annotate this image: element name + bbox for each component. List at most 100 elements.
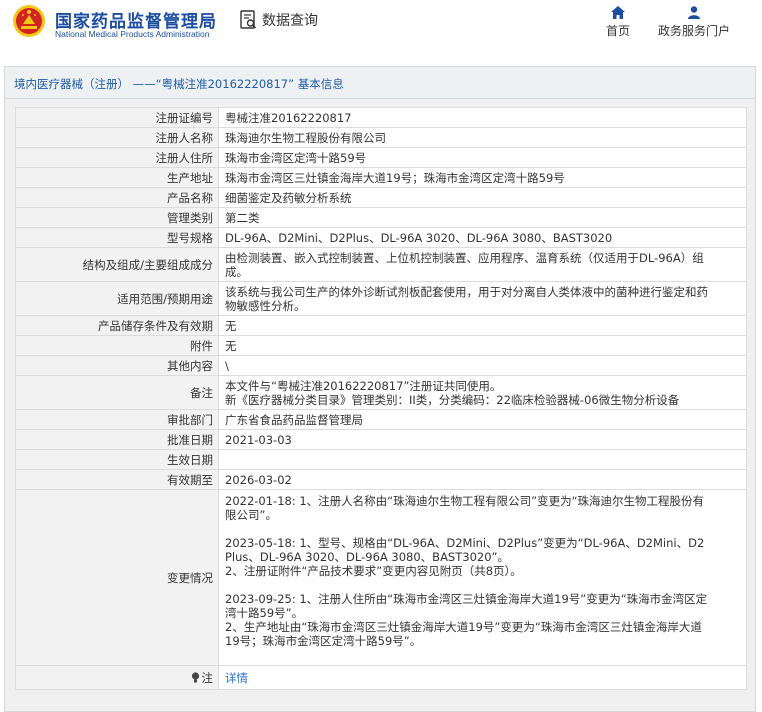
field-value-line: 成。: [225, 264, 248, 279]
field-value-line: 该系统与我公司生产的体外诊断试剂板配套使用，用于对分离自人类体液中的菌种进行鉴定…: [225, 284, 708, 299]
field-label: 产品名称: [15, 187, 219, 208]
field-label: 有效期至: [15, 469, 219, 490]
field-value: \: [218, 355, 747, 376]
nav-service-portal[interactable]: 政务服务门户: [650, 6, 738, 39]
national-emblem-icon: [13, 5, 45, 37]
info-row: 批准日期 2021-03-03: [15, 429, 747, 450]
field-label-note: 注: [15, 665, 219, 690]
field-label: 注册人名称: [15, 127, 219, 148]
field-value: 由检测装置、嵌入式控制装置、上位机控制装置、应用程序、温育系统（仅适用于DL-9…: [218, 247, 747, 282]
info-row: 结构及组成/主要组成成分 由检测装置、嵌入式控制装置、上位机控制装置、应用程序、温…: [15, 247, 747, 282]
change-entry-line: 湾十路59号”。: [225, 606, 304, 620]
field-value-line: 新《医疗器械分类目录》管理类别：II类，分类编码：22临床检验器械-06微生物分…: [225, 392, 680, 407]
info-row: 注册人住所 珠海市金湾区定湾十路59号: [15, 147, 747, 168]
field-value: [218, 449, 747, 470]
change-entry-line: 2、生产地址由“珠海市金湾区三灶镇金海岸大道19号”变更为“珠海市金湾区三灶镇金…: [225, 620, 702, 634]
info-row: 其他内容 \: [15, 355, 747, 376]
info-row: 适用范围/预期用途 该系统与我公司生产的体外诊断试剂板配套使用，用于对分离自人类体…: [15, 281, 747, 316]
field-label: 生效日期: [15, 449, 219, 470]
info-row: 产品名称 细菌鉴定及药敏分析系统: [15, 187, 747, 208]
field-value: 无: [218, 335, 747, 356]
breadcrumb-separator: ——: [132, 77, 156, 91]
field-value: 2026-03-02: [218, 469, 747, 490]
nav-home[interactable]: 首页: [598, 6, 638, 39]
change-entry-line: 2、注册证附件“产品技术要求”变更内容见附页（共8页）。: [225, 564, 522, 578]
nav-home-label: 首页: [605, 24, 630, 38]
change-entry-line: 2022-01-18: 1、注册人名称由“珠海迪尔生物工程有限公司”变更为“珠海…: [225, 494, 705, 508]
user-icon: [688, 6, 700, 19]
site-header: 国家药品监督管理局 National Medical Products Admi…: [0, 0, 762, 58]
field-value: 细菌鉴定及药敏分析系统: [218, 187, 747, 208]
field-value: 珠海市金湾区三灶镇金海岸大道19号；珠海市金湾区定湾十路59号: [218, 167, 747, 188]
site-name-en[interactable]: National Medical Products Administration: [55, 29, 210, 39]
field-value-line: 无: [225, 338, 237, 353]
field-label: 注册证编号: [15, 107, 219, 128]
info-row: 产品储存条件及有效期无: [15, 315, 747, 336]
field-value: 珠海迪尔生物工程股份有限公司: [218, 127, 747, 148]
info-row: 附件无: [15, 335, 747, 356]
breadcrumb-suffix: 基本信息: [297, 77, 344, 91]
field-value: 2021-03-03: [218, 429, 747, 450]
field-label: 适用范围/预期用途: [15, 281, 219, 316]
info-row: 注册证编号 粤械注准20162220817: [15, 107, 747, 128]
change-entry-line: Plus、DL-96A 3020、DL-96A 3080、BAST3020”。: [225, 550, 509, 564]
breadcrumb-record: “粤械注准20162220817”: [155, 77, 295, 91]
field-label: 型号规格: [15, 227, 219, 248]
change-entry: 2023-05-18: 1、型号、规格由“DL-96A、D2Mini、D2Plu…: [225, 536, 740, 578]
field-label: 产品储存条件及有效期: [15, 315, 219, 336]
info-row-changes: 变更情况 2022-01-18: 1、注册人名称由“珠海迪尔生物工程有限公司”变更…: [15, 489, 747, 666]
detail-panel: 境内医疗器械（注册） ——“粤械注准20162220817” 基本信息 注册证编…: [4, 66, 756, 712]
info-row: 审批部门 广东省食品药品监督管理局: [15, 409, 747, 430]
field-label: 生产地址: [15, 167, 219, 188]
field-label: 审批部门: [15, 409, 219, 430]
field-value: 珠海市金湾区定湾十路59号: [218, 147, 747, 168]
change-entry-line: 19号；珠海市金湾区定湾十路59号”。: [225, 634, 422, 648]
home-icon: [611, 6, 625, 19]
info-row: 生产地址 珠海市金湾区三灶镇金海岸大道19号；珠海市金湾区定湾十路59号: [15, 167, 747, 188]
change-entry-line: 2023-05-18: 1、型号、规格由“DL-96A、D2Mini、D2Plu…: [225, 536, 705, 550]
field-value-line: 由检测装置、嵌入式控制装置、上位机控制装置、应用程序、温育系统（仅适用于DL-9…: [225, 250, 704, 265]
field-label: 注册人住所: [15, 147, 219, 168]
field-label: 变更情况: [15, 489, 219, 666]
field-value-line: 细菌鉴定及药敏分析系统: [225, 190, 352, 205]
note-label: 注: [201, 670, 214, 685]
registration-info-table: 注册证编号 粤械注准20162220817 注册人名称 珠海迪尔生物工程股份有限公司注…: [15, 107, 747, 690]
field-value: 第二类: [218, 207, 747, 228]
change-entry-line: 限公司”。: [225, 508, 277, 522]
breadcrumb: 境内医疗器械（注册） ——“粤械注准20162220817” 基本信息: [14, 76, 344, 92]
info-row: 备注 本文件与“粤械注准20162220817”注册证共同使用。 新《医疗器械分类目…: [15, 375, 747, 410]
field-value: 该系统与我公司生产的体外诊断试剂板配套使用，用于对分离自人类体液中的菌种进行鉴定…: [218, 281, 747, 316]
nav-portal-label: 政务服务门户: [657, 24, 730, 38]
field-value-line: 物敏感性分析。: [225, 298, 306, 313]
field-value-line: DL-96A、D2Mini、D2Plus、DL-96A 3020、DL-96A …: [225, 230, 613, 245]
data-query-icon: [240, 10, 257, 29]
field-value-line: 本文件与“粤械注准20162220817”注册证共同使用。: [225, 378, 502, 393]
field-value: 广东省食品药品监督管理局: [218, 409, 747, 430]
field-value-line: 2021-03-03: [225, 432, 292, 447]
info-row: 管理类别 第二类: [15, 207, 747, 228]
field-value-line: 第二类: [225, 210, 260, 225]
field-value: 本文件与“粤械注准20162220817”注册证共同使用。 新《医疗器械分类目录》…: [218, 375, 747, 410]
field-value-line: 广东省食品药品监督管理局: [225, 412, 363, 427]
data-query-title: 数据查询: [240, 10, 318, 30]
bulb-icon: [191, 671, 199, 682]
panel-header: 境内医疗器械（注册） ——“粤械注准20162220817” 基本信息: [5, 67, 755, 99]
info-row: 有效期至 2026-03-02: [15, 469, 747, 490]
field-label: 其他内容: [15, 355, 219, 376]
field-label: 批准日期: [15, 429, 219, 450]
note-value: 详情: [218, 665, 747, 690]
change-entry: 2022-01-18: 1、注册人名称由“珠海迪尔生物工程有限公司”变更为“珠海…: [225, 494, 740, 522]
details-link[interactable]: 详情: [225, 671, 248, 685]
field-value: 粤械注准20162220817: [218, 107, 747, 128]
change-history: 2022-01-18: 1、注册人名称由“珠海迪尔生物工程有限公司”变更为“珠海…: [218, 489, 747, 666]
field-value-line: 珠海市金湾区定湾十路59号: [225, 150, 367, 165]
field-label: 结构及组成/主要组成成分: [15, 247, 219, 282]
breadcrumb-category[interactable]: 境内医疗器械（注册）: [14, 77, 129, 91]
field-label: 管理类别: [15, 207, 219, 228]
field-value-line: 珠海迪尔生物工程股份有限公司: [225, 130, 386, 145]
field-value-line: 2026-03-02: [225, 472, 292, 487]
field-label: 备注: [15, 375, 219, 410]
field-value-line: \: [225, 358, 229, 373]
change-entry: 2023-09-25: 1、注册人住所由“珠海市金湾区三灶镇金海岸大道19号”变…: [225, 592, 740, 648]
change-entry-line: 2023-09-25: 1、注册人住所由“珠海市金湾区三灶镇金海岸大道19号”变…: [225, 592, 708, 606]
